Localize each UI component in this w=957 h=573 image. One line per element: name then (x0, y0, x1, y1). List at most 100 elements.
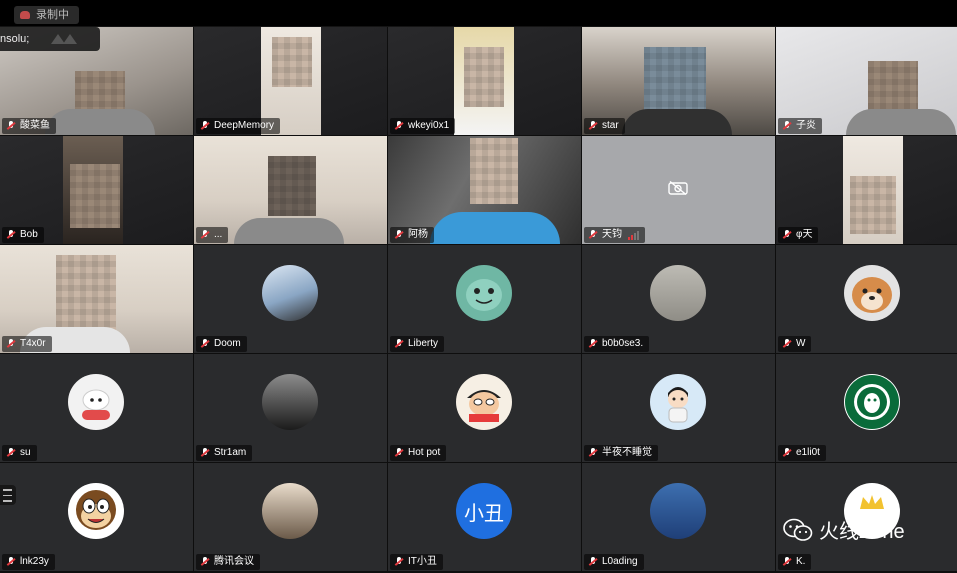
participant-name-tag: 酸菜鱼 (2, 118, 56, 134)
mic-muted-icon (5, 338, 17, 350)
video-body (622, 109, 732, 135)
participant-name: 子炎 (796, 120, 816, 131)
participant-tile[interactable]: Str1am (194, 354, 387, 462)
participant-tile[interactable]: L0ading (582, 463, 775, 571)
participant-name: Str1am (214, 447, 247, 458)
shared-screen-overlay[interactable]: nsolu; (0, 27, 100, 51)
cartoon-boy-avatar-icon (467, 390, 501, 422)
participant-name-tag: T4x0r (2, 336, 52, 352)
mic-muted-icon (781, 120, 793, 132)
participant-name: 酸菜鱼 (20, 120, 50, 131)
participant-tile[interactable]: Hot pot (388, 354, 581, 462)
participant-name: wkeyi0x1 (408, 120, 450, 131)
mic-muted-icon (5, 447, 17, 459)
participant-tile[interactable]: su (0, 354, 193, 462)
participant-name-tag: 阿杨 (390, 227, 434, 243)
participant-name: IT小丑 (408, 556, 437, 567)
participant-name-tag: W (778, 336, 812, 352)
participant-name: star (602, 120, 619, 131)
video-body (234, 218, 344, 244)
participant-avatar (844, 374, 900, 430)
mic-muted-icon (781, 447, 793, 459)
participant-name: 天钧 (602, 229, 622, 240)
participant-name-tag: DeepMemory (196, 118, 281, 134)
monkey-avatar-icon (76, 490, 116, 530)
participant-avatar (456, 374, 512, 430)
participant-tile[interactable]: b0b0se3. (582, 245, 775, 353)
recording-indicator[interactable]: 录制中 (14, 6, 79, 24)
participant-name: 半夜不睡觉 (602, 447, 652, 458)
participant-avatar (262, 483, 318, 539)
participant-name-tag: φ天 (778, 227, 819, 243)
participant-tile[interactable]: 腾讯会议 (194, 463, 387, 571)
participant-name-tag: wkeyi0x1 (390, 118, 456, 134)
participant-name: lnk23y (20, 556, 49, 567)
participant-name-tag: su (2, 445, 37, 461)
participant-tile[interactable]: 子炎 (776, 27, 957, 135)
participant-tile[interactable]: e1li0t (776, 354, 957, 462)
participant-video (268, 156, 316, 216)
overlay-label: nsolu; (0, 33, 30, 45)
participant-avatar (650, 374, 706, 430)
participant-tile[interactable]: Liberty (388, 245, 581, 353)
participant-tile[interactable]: 天钧 (582, 136, 775, 244)
side-panel-toggle[interactable] (0, 485, 16, 505)
participant-tile[interactable]: 小丑 IT小丑 (388, 463, 581, 571)
participant-name-tag: 子炎 (778, 118, 822, 134)
dog-avatar-icon (852, 277, 892, 313)
participant-tile[interactable]: wkeyi0x1 (388, 27, 581, 135)
mic-muted-icon (587, 338, 599, 350)
participant-tile[interactable]: W (776, 245, 957, 353)
participant-avatar (262, 374, 318, 430)
participant-name-tag: lnk23y (2, 554, 55, 570)
participant-tile[interactable]: φ天 (776, 136, 957, 244)
participant-tile[interactable]: lnk23y (0, 463, 193, 571)
participant-name: DeepMemory (214, 120, 275, 131)
participant-tile[interactable]: Doom (194, 245, 387, 353)
menu-icon-line (3, 500, 12, 502)
mic-muted-icon (587, 120, 599, 132)
participant-name-tag: 天钧 (584, 227, 645, 243)
participant-name-tag: Str1am (196, 445, 253, 461)
participant-name-tag: Bob (2, 227, 44, 243)
participant-avatar (68, 374, 124, 430)
participant-avatar (844, 265, 900, 321)
participant-name-tag: b0b0se3. (584, 336, 650, 352)
mic-muted-icon (393, 229, 405, 241)
cloud-record-icon (20, 11, 30, 19)
participant-avatar: 小丑 (456, 483, 512, 539)
watermark-text: 火线Zone (819, 521, 905, 543)
participant-name: W (796, 338, 806, 349)
video-face (850, 176, 896, 234)
participant-name: Liberty (408, 338, 439, 349)
participant-avatar (650, 265, 706, 321)
mic-muted-icon (393, 447, 405, 459)
participant-tile[interactable]: ... (194, 136, 387, 244)
wechat-icon (783, 518, 813, 541)
participant-tile[interactable]: Bob (0, 136, 193, 244)
mic-muted-icon (199, 556, 211, 568)
participant-name: ... (214, 229, 223, 240)
video-body (45, 109, 155, 135)
meeting-logo-icon (51, 34, 78, 44)
participant-tile[interactable]: DeepMemory (194, 27, 387, 135)
participant-name: b0b0se3. (602, 338, 644, 349)
participant-name: Doom (214, 338, 241, 349)
mic-muted-icon (393, 338, 405, 350)
mic-muted-icon (199, 120, 211, 132)
mic-muted-icon (199, 338, 211, 350)
participant-name-tag: ... (196, 227, 229, 243)
participant-name-tag: IT小丑 (390, 554, 443, 570)
participant-name-tag: L0ading (584, 554, 644, 570)
video-face (272, 37, 312, 87)
participant-avatar (456, 265, 512, 321)
mic-muted-icon (199, 229, 211, 241)
participant-tile[interactable]: 半夜不睡觉 (582, 354, 775, 462)
participant-name: Hot pot (408, 447, 441, 458)
participant-tile[interactable]: 阿杨 (388, 136, 581, 244)
participant-name: 阿杨 (408, 229, 428, 240)
participant-tile[interactable]: star (582, 27, 775, 135)
mic-muted-icon (781, 229, 793, 241)
participant-tile[interactable]: T4x0r (0, 245, 193, 353)
participant-name-tag: star (584, 118, 625, 134)
